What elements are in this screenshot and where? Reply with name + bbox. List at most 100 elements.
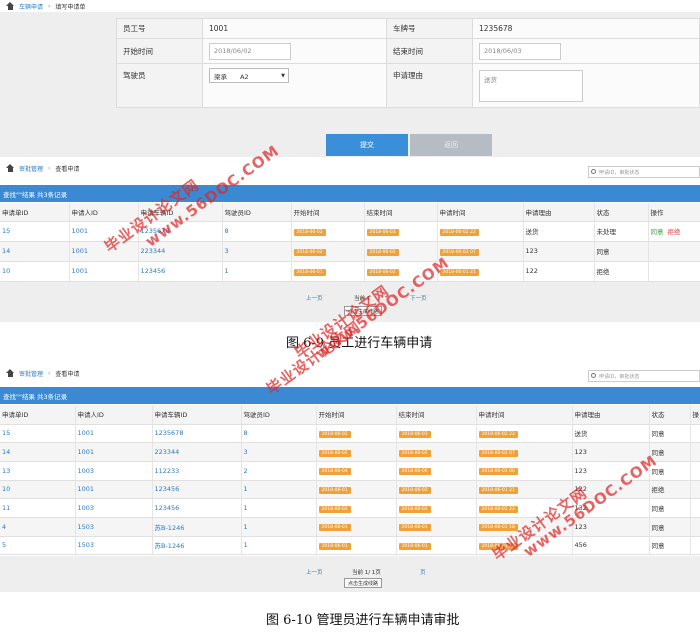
breadcrumb-current: 查看申请	[55, 165, 80, 173]
column-header[interactable]: 申请理由	[523, 203, 595, 222]
cell-driver: 1	[241, 480, 317, 500]
cell-driver: 3	[241, 442, 317, 462]
cell-start: 2018-06-02	[316, 424, 397, 444]
home-icon[interactable]	[6, 369, 15, 377]
search-input[interactable]: 申请ID，审批状态	[588, 166, 700, 178]
column-header[interactable]: 状态	[649, 405, 691, 425]
cell-actions	[690, 480, 700, 500]
date-tag: 2018-06-01	[398, 524, 431, 532]
cell-apply: 2018-06-02 07	[437, 241, 524, 262]
date-tag: 2018-06-02	[398, 486, 431, 494]
reject-link[interactable]: 拒绝	[668, 228, 681, 236]
column-header[interactable]: 开始时间	[291, 203, 365, 222]
cell-driver: 3	[222, 241, 292, 262]
cell-actions	[690, 517, 700, 537]
cell-end: 2018-06-01	[396, 517, 477, 537]
cell-emp: 1001	[69, 261, 139, 282]
cell-car: 苏B-1246	[152, 517, 242, 537]
prev-page-link[interactable]: 上一页	[306, 568, 323, 576]
cell-reason: 456	[572, 536, 650, 556]
date-tag: 2018-06-01	[293, 268, 326, 276]
column-header[interactable]: 结束时间	[396, 405, 477, 425]
cell-driver: 8	[222, 221, 292, 242]
date-tag: 2018-06-06	[398, 468, 431, 476]
cell-reason: 122	[523, 261, 595, 282]
table-row[interactable]: 14 1001 223344 3 2018-06-02 2018-06-02 2018-06…	[0, 442, 700, 462]
home-icon[interactable]	[6, 2, 15, 10]
date-tag: 2018-06-02 07	[439, 248, 479, 256]
generate-route-button[interactable]: 点击生成线路	[344, 578, 383, 588]
cell-car: 123456	[152, 480, 242, 500]
table-header: 申请单ID 申请人ID 申请车辆ID 驾驶员ID 开始时间 结束时间 申请时间 申请理由 状态操	[0, 405, 700, 425]
status-cell: 拒绝	[649, 480, 691, 500]
cell-actions	[690, 461, 700, 481]
column-header[interactable]: 开始时间	[316, 405, 397, 425]
reason-label: 申请理由	[386, 63, 473, 108]
cell-emp: 1001	[75, 442, 153, 462]
prev-page-link[interactable]: 上一页	[306, 294, 323, 302]
breadcrumb-link[interactable]: 审批管理	[19, 369, 43, 378]
cell-emp: 1503	[75, 536, 153, 556]
column-header[interactable]: 申请时间	[476, 405, 573, 425]
column-header[interactable]: 状态	[594, 203, 649, 222]
column-header[interactable]: 操	[690, 405, 700, 425]
cell-actions	[690, 498, 700, 518]
column-header[interactable]: 申请人ID	[75, 405, 153, 425]
breadcrumb-current: 查看申请	[55, 370, 80, 378]
emp-label: 员工号	[116, 18, 203, 39]
status-cell: 同意	[649, 536, 691, 556]
date-tag: 2018-06-02 07	[478, 449, 518, 457]
table-row[interactable]: 4 1503 苏B-1246 1 2018-06-01 2018-06-01 2018-06…	[0, 517, 700, 537]
cell-id: 11	[0, 498, 76, 518]
plate-label: 车牌号	[386, 18, 473, 39]
date-tag: 2018-06-01 21	[478, 486, 518, 494]
table-row[interactable]: 10 1001 123456 1 2018-06-01 2018-06-02 2018-06…	[0, 261, 700, 282]
cell-car: 苏B-1246	[152, 536, 242, 556]
request-form: 员工号 1001 车牌号 1235678 开始时间 2018/06/02 结束时…	[0, 12, 700, 157]
reason-textarea[interactable]: 送货	[479, 69, 583, 102]
breadcrumb-link[interactable]: 车辆申请	[19, 2, 43, 11]
column-header[interactable]: 申请理由	[572, 405, 650, 425]
end-date-input[interactable]: 2018/06/03	[479, 42, 561, 60]
cell-reason: 123	[523, 241, 595, 262]
table-header: 申请单ID 申请人ID 申请车辆ID 驾驶员ID 开始时间 结束时间 申请时间 申请理由 状态操…	[0, 203, 700, 222]
date-tag: 2018-06-02	[318, 430, 351, 438]
table-row[interactable]: 15 1001 1235678 8 2018-06-02 2018-06-03 2018-0…	[0, 424, 700, 444]
result-bar: 查找""结果 共3条记录	[0, 387, 700, 404]
cell-reason: 送货	[523, 221, 595, 242]
date-tag: 2018-06-02	[398, 449, 431, 457]
next-page-link[interactable]: 页	[420, 568, 426, 576]
cell-apply: 2018-06-02 22	[437, 221, 524, 242]
submit-button[interactable]: 提交	[326, 134, 408, 156]
column-header[interactable]: 结束时间	[364, 203, 438, 222]
cell-emp: 1001	[75, 480, 153, 500]
column-header[interactable]: 申请时间	[437, 203, 524, 222]
cell-actions	[690, 424, 700, 444]
driver-select[interactable]: 梁承 A2 ▼	[209, 68, 289, 83]
start-date-input[interactable]: 2018/06/02	[209, 42, 291, 60]
cell-apply: 2018-06-02 07	[476, 442, 573, 462]
cell-driver: 1	[222, 261, 292, 282]
cell-start: 2018-06-01	[316, 536, 397, 556]
cell-end: 2018-06-02	[396, 442, 477, 462]
column-header[interactable]: 操作	[648, 203, 700, 222]
home-icon[interactable]	[6, 164, 15, 172]
breadcrumb-link[interactable]: 审批管理	[19, 164, 43, 173]
date-tag: 2018-06-02	[318, 449, 351, 457]
date-tag: 2018-06-03	[366, 228, 399, 236]
column-header[interactable]: 驾驶员ID	[241, 405, 317, 425]
approve-link[interactable]: 同意	[651, 228, 664, 236]
table-row[interactable]: 5 1503 苏B-1246 1 2018-06-01 2018-06-01 2018-06…	[0, 536, 700, 556]
cell-emp: 1003	[75, 461, 153, 481]
column-header[interactable]: 驾驶员ID	[222, 203, 292, 222]
cell-id: 14	[0, 442, 76, 462]
back-button[interactable]: 返回	[410, 134, 492, 156]
column-header[interactable]: 申请单ID	[0, 203, 70, 222]
search-input[interactable]: 申请ID，审批状态	[588, 370, 700, 382]
breadcrumb-current: 填写申请单	[55, 3, 86, 11]
column-header[interactable]: 申请车辆ID	[152, 405, 242, 425]
date-tag: 2018-06-02	[293, 248, 326, 256]
column-header[interactable]: 申请单ID	[0, 405, 76, 425]
table-row[interactable]: 13 1003 112233 2 2018-06-04 2018-06-06 2018-06…	[0, 461, 700, 481]
date-tag: 2018-06-02	[366, 268, 399, 276]
